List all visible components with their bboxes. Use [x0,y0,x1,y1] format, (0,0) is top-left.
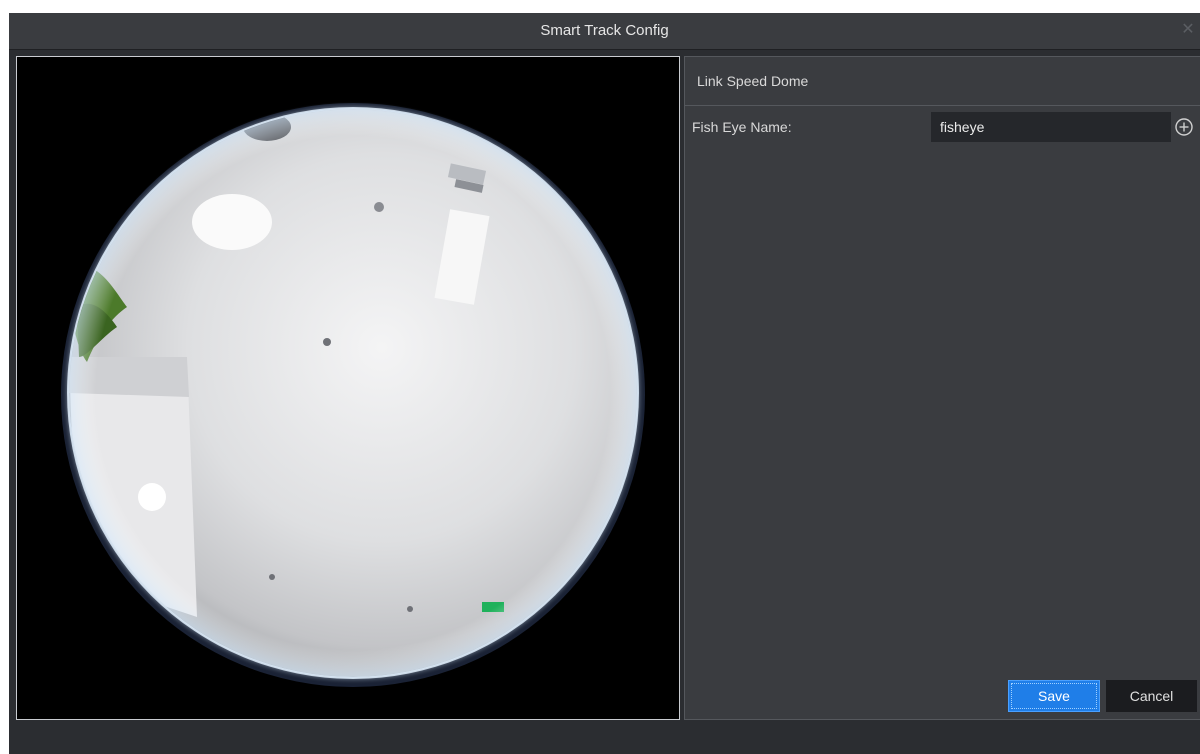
fisheye-video-view[interactable] [16,56,680,720]
fish-eye-name-input[interactable] [931,112,1171,142]
divider [685,105,1200,106]
dialog-title: Smart Track Config [540,22,669,39]
add-circle-icon[interactable] [1174,117,1194,137]
save-button[interactable]: Save [1008,680,1100,712]
section-title: Link Speed Dome [697,73,809,89]
smart-track-config-dialog: Smart Track Config ✕ Link Speed Dome Fis… [9,13,1200,754]
dialog-titlebar: Smart Track Config ✕ [9,13,1200,50]
fisheye-image [17,57,679,719]
fish-eye-name-label: Fish Eye Name: [692,119,792,135]
link-speed-dome-panel: Link Speed Dome Fish Eye Name: Save Canc… [684,56,1200,720]
close-icon[interactable]: ✕ [1180,22,1196,38]
cancel-button[interactable]: Cancel [1106,680,1197,712]
